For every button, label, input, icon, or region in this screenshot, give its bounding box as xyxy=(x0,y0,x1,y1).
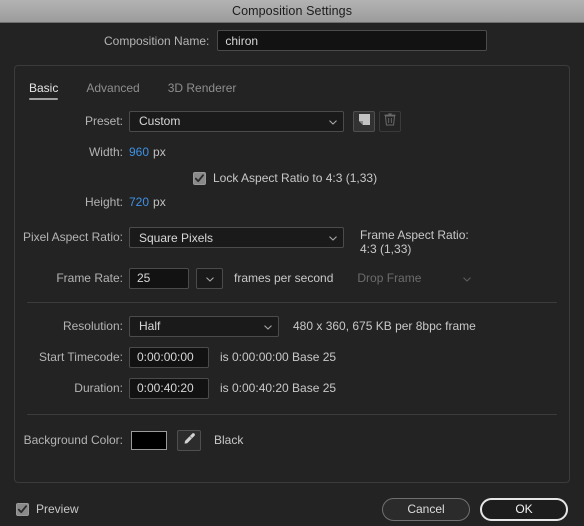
width-unit: px xyxy=(153,145,166,159)
start-timecode-label: Start Timecode: xyxy=(38,350,123,364)
drop-frame-dropdown: Drop Frame xyxy=(350,268,478,289)
duration-row: Duration: is 0:00:40:20 Base 25 xyxy=(15,377,569,399)
duration-label: Duration: xyxy=(74,381,123,395)
lock-aspect-ratio-row[interactable]: Lock Aspect Ratio to 4:3 (1,33) xyxy=(15,167,569,189)
duration-info: is 0:00:40:20 Base 25 xyxy=(220,381,337,395)
composition-name-row: Composition Name: xyxy=(0,23,584,58)
lock-aspect-ratio-checkbox[interactable] xyxy=(193,171,206,185)
drop-frame-value: Drop Frame xyxy=(357,271,422,285)
pixel-aspect-ratio-label: Pixel Aspect Ratio: xyxy=(22,230,123,244)
tab-3d-renderer-label: 3D Renderer xyxy=(167,81,237,95)
preset-label: Preset: xyxy=(84,114,123,128)
section-divider-2 xyxy=(27,414,557,415)
width-label: Width: xyxy=(88,145,123,159)
start-timecode-input[interactable] xyxy=(129,346,209,368)
height-value[interactable]: 720 xyxy=(129,195,149,209)
dialog-title: Composition Settings xyxy=(231,4,353,18)
tab-basic-label: Basic xyxy=(29,81,59,95)
resolution-label: Resolution: xyxy=(62,319,123,333)
pixel-aspect-ratio-value: Square Pixels xyxy=(139,230,214,245)
preview-checkbox[interactable] xyxy=(16,502,29,516)
start-timecode-info: is 0:00:00:00 Base 25 xyxy=(220,350,337,364)
tab-advanced-label: Advanced xyxy=(86,81,140,95)
chevron-down-icon xyxy=(263,322,272,331)
delete-preset-button[interactable] xyxy=(379,110,401,132)
chevron-down-icon xyxy=(205,274,214,283)
composition-name-input[interactable] xyxy=(217,30,488,51)
width-value[interactable]: 960 xyxy=(129,145,149,159)
tab-basic[interactable]: Basic xyxy=(29,81,59,100)
resolution-value: Half xyxy=(139,319,161,333)
dialog-titlebar: Composition Settings xyxy=(0,0,584,23)
preset-row: Preset: Custom xyxy=(15,110,569,132)
width-row: Width: 960 px xyxy=(15,141,569,163)
background-color-name: Black xyxy=(214,433,244,447)
cancel-button-label: Cancel xyxy=(407,502,445,516)
ok-button-label: OK xyxy=(515,502,533,516)
preset-dropdown[interactable]: Custom xyxy=(129,110,344,132)
frame-rate-input[interactable] xyxy=(129,267,189,289)
lock-aspect-ratio-label: Lock Aspect Ratio to 4:3 (1,33) xyxy=(213,171,378,185)
resolution-dropdown[interactable]: Half xyxy=(129,315,279,337)
frames-per-second-label: frames per second xyxy=(234,271,334,285)
background-color-swatch[interactable] xyxy=(131,430,167,450)
dialog-footer: Preview Cancel OK xyxy=(0,492,584,526)
preview-label: Preview xyxy=(36,502,79,516)
tab-bar: Basic Advanced 3D Renderer xyxy=(15,66,569,100)
eyedropper-button[interactable] xyxy=(177,429,201,451)
frame-rate-label: Frame Rate: xyxy=(56,271,123,285)
frame-aspect-ratio-value: 4:3 (1,33) xyxy=(360,242,412,256)
height-label: Height: xyxy=(84,195,123,209)
eyedropper-icon xyxy=(183,432,196,448)
chevron-down-icon xyxy=(328,233,337,242)
trash-icon xyxy=(384,113,396,129)
resolution-info: 480 x 360, 675 KB per 8bpc frame xyxy=(293,319,476,333)
background-color-label: Background Color: xyxy=(23,433,123,447)
chevron-down-icon xyxy=(462,274,472,283)
height-row: Height: 720 px xyxy=(15,191,569,213)
duration-input[interactable] xyxy=(129,377,209,399)
tab-advanced[interactable]: Advanced xyxy=(86,81,139,100)
pixel-aspect-ratio-dropdown[interactable]: Square Pixels xyxy=(129,227,344,248)
settings-panel: Basic Advanced 3D Renderer Preset: Custo… xyxy=(14,65,570,483)
frame-rate-row: Frame Rate: frames per second Drop Frame xyxy=(15,267,569,289)
start-timecode-row: Start Timecode: is 0:00:00:00 Base 25 xyxy=(15,346,569,368)
cancel-button[interactable]: Cancel xyxy=(382,497,470,521)
tab-3d-renderer[interactable]: 3D Renderer xyxy=(168,81,237,100)
resolution-row: Resolution: Half 480 x 360, 675 KB per 8… xyxy=(15,315,569,337)
save-preset-button[interactable] xyxy=(353,110,375,132)
preview-toggle[interactable]: Preview xyxy=(16,502,79,516)
preset-value: Custom xyxy=(139,114,181,128)
section-divider-1 xyxy=(27,302,557,303)
pixel-aspect-ratio-row: Pixel Aspect Ratio: Square Pixels Frame … xyxy=(15,227,569,256)
background-color-row: Background Color: Black xyxy=(15,429,569,451)
composition-name-label: Composition Name: xyxy=(104,33,210,48)
frame-aspect-ratio-label: Frame Aspect Ratio: xyxy=(360,228,469,242)
ok-button[interactable]: OK xyxy=(480,497,568,521)
height-unit: px xyxy=(153,195,166,209)
save-preset-icon xyxy=(358,113,371,129)
frame-rate-dropdown[interactable] xyxy=(196,267,223,289)
chevron-down-icon xyxy=(328,117,337,126)
